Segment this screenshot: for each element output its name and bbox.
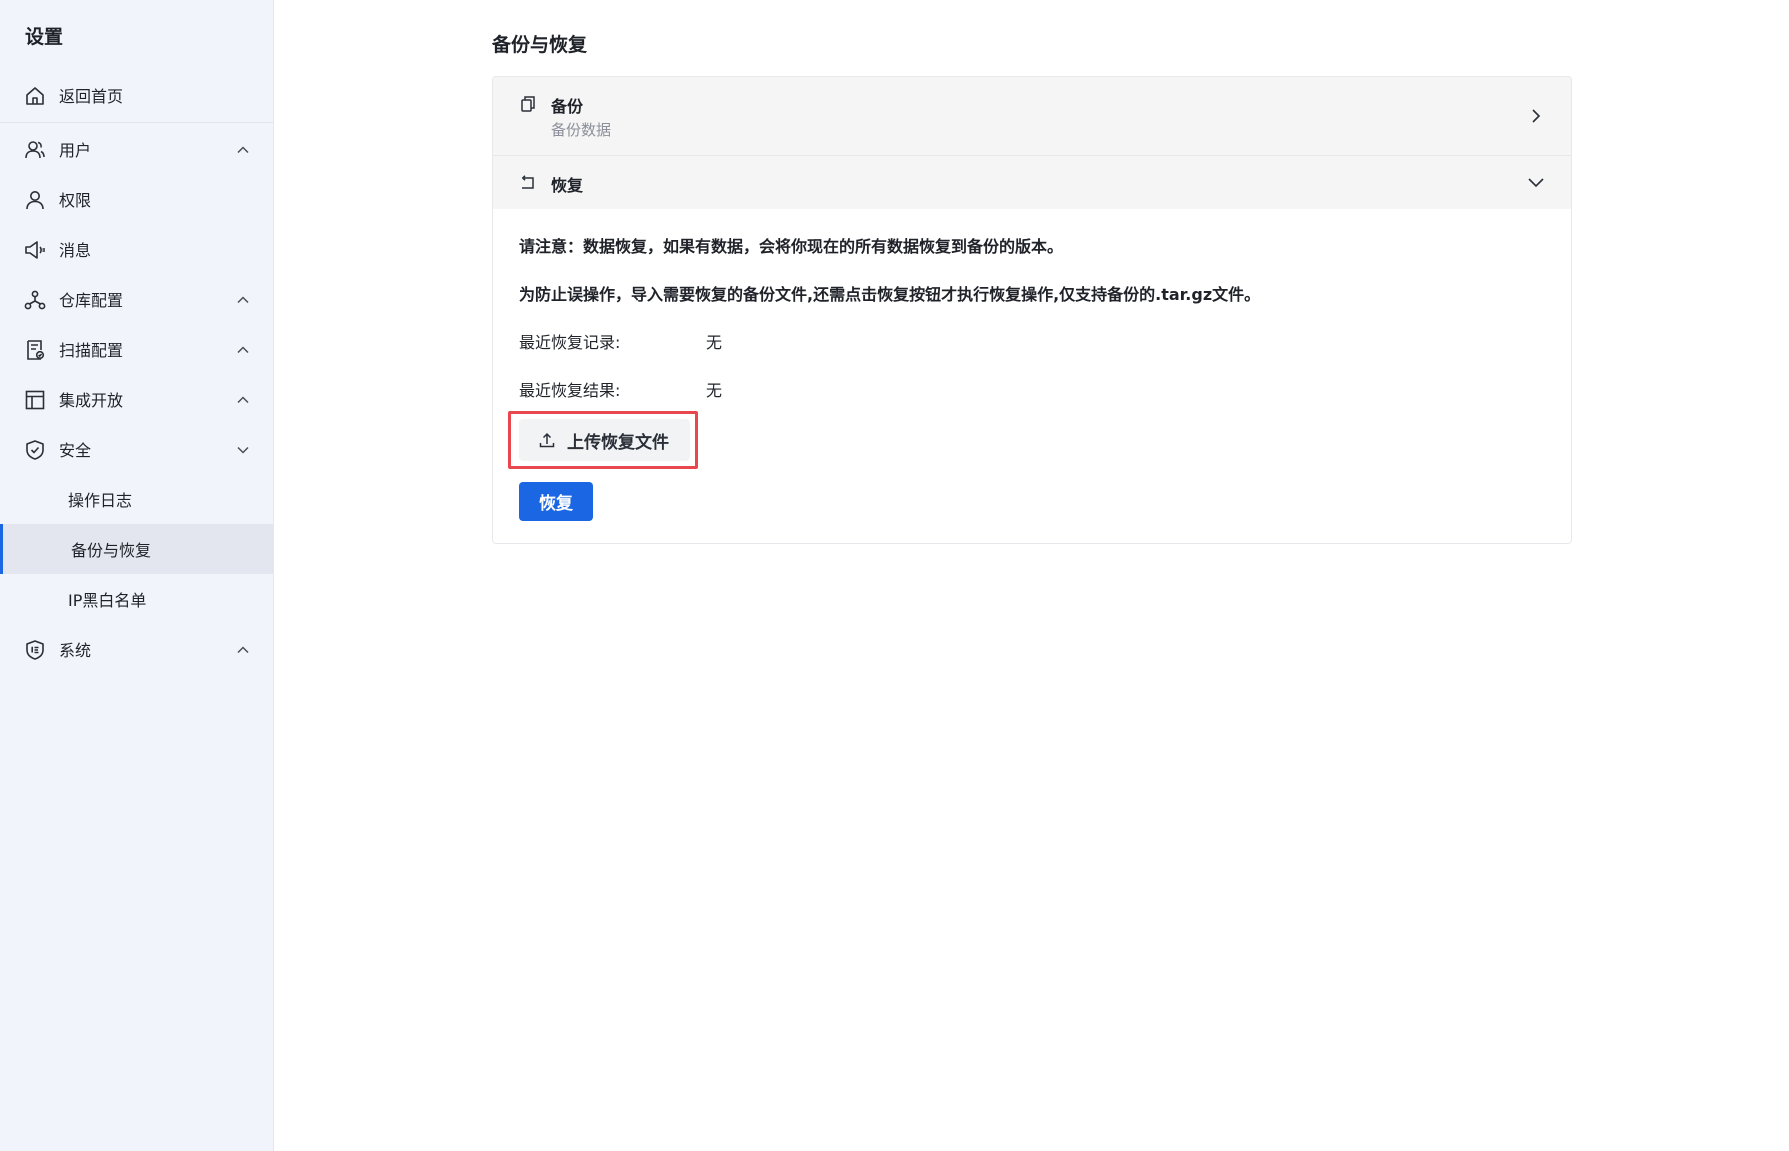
- sidebar-item-security[interactable]: 安全: [0, 424, 274, 474]
- chevron-up-icon: [237, 396, 249, 404]
- last-record-label: 最近恢复记录:: [519, 333, 621, 352]
- copy-icon: [521, 96, 535, 112]
- undo-icon: [521, 175, 534, 189]
- sidebar-item-label: 系统: [59, 641, 92, 660]
- backup-restore-card: 备份 备份数据 恢复 请注意：数据恢复，如果有数据，会将你现在的所有数据恢复到备…: [492, 76, 1572, 544]
- repository-icon: [24, 289, 46, 311]
- sidebar-item-repository-config[interactable]: 仓库配置: [0, 274, 274, 324]
- sidebar-item-label: 用户: [59, 141, 92, 160]
- backup-subtitle: 备份数据: [551, 121, 612, 139]
- sidebar-item-label: 权限: [59, 191, 92, 210]
- sidebar-divider: [0, 122, 274, 123]
- sidebar-item-backup-restore[interactable]: 备份与恢复: [0, 524, 274, 574]
- last-result-label: 最近恢复结果:: [519, 381, 621, 400]
- sidebar-item-label: 仓库配置: [59, 291, 124, 310]
- chevron-down-icon: [237, 446, 249, 454]
- sidebar-title: 设置: [25, 26, 64, 48]
- home-icon: [24, 85, 46, 107]
- sidebar: 设置 返回首页 用户 权限 消息 仓库配置 扫描配置 集成开放 安全 操作日志 …: [0, 0, 274, 1151]
- sidebar-item-label: 扫描配置: [59, 341, 124, 360]
- upload-restore-file-button[interactable]: 上传恢复文件: [519, 419, 690, 461]
- sidebar-item-label: 操作日志: [68, 491, 133, 510]
- last-record-value: 无: [706, 333, 723, 352]
- sidebar-item-label: IP黑白名单: [68, 591, 147, 610]
- restore-title: 恢复: [551, 176, 584, 195]
- sidebar-item-home[interactable]: 返回首页: [0, 70, 274, 120]
- sidebar-item-permissions[interactable]: 权限: [0, 174, 274, 224]
- chevron-up-icon: [237, 296, 249, 304]
- shield-check-icon: [24, 439, 46, 461]
- app-root: 设置 返回首页 用户 权限 消息 仓库配置 扫描配置 集成开放 安全 操作日志 …: [0, 0, 1789, 1151]
- chevron-up-icon: [237, 346, 249, 354]
- restore-button[interactable]: 恢复: [519, 482, 593, 521]
- sidebar-item-scan-config[interactable]: 扫描配置: [0, 324, 274, 374]
- sidebar-item-messages[interactable]: 消息: [0, 224, 274, 274]
- restore-notice-2: 为防止误操作，导入需要恢复的备份文件,还需点击恢复按钮才执行恢复操作,仅支持备份…: [519, 285, 1261, 304]
- sidebar-item-users[interactable]: 用户: [0, 124, 274, 174]
- sidebar-item-label: 返回首页: [59, 87, 124, 106]
- page-title: 备份与恢复: [492, 34, 588, 56]
- sidebar-item-label: 备份与恢复: [71, 541, 152, 560]
- layout-icon: [24, 389, 46, 411]
- user-icon: [24, 189, 46, 211]
- sidebar-item-operation-log[interactable]: 操作日志: [0, 474, 274, 524]
- active-indicator: [0, 524, 3, 574]
- system-shield-icon: [24, 639, 46, 661]
- sidebar-item-system[interactable]: 系统: [0, 624, 274, 674]
- last-result-value: 无: [706, 381, 723, 400]
- megaphone-icon: [24, 239, 46, 261]
- chevron-right-icon: [1532, 109, 1541, 123]
- backup-panel-header[interactable]: 备份 备份数据: [493, 77, 1571, 156]
- sidebar-item-integrations[interactable]: 集成开放: [0, 374, 274, 424]
- upload-button-label: 上传恢复文件: [567, 432, 669, 453]
- restore-notice-1: 请注意：数据恢复，如果有数据，会将你现在的所有数据恢复到备份的版本。: [519, 237, 1064, 256]
- chevron-up-icon: [237, 146, 249, 154]
- restore-panel-header[interactable]: 恢复: [493, 156, 1571, 209]
- users-icon: [24, 139, 46, 161]
- sidebar-item-label: 消息: [59, 241, 92, 260]
- sidebar-item-ip-list[interactable]: IP黑白名单: [0, 574, 274, 624]
- chevron-down-icon: [1528, 178, 1544, 188]
- sidebar-item-label: 集成开放: [59, 391, 124, 410]
- sidebar-item-label: 安全: [59, 441, 92, 460]
- scan-document-icon: [24, 339, 46, 361]
- upload-icon: [539, 432, 555, 448]
- backup-title: 备份: [551, 97, 584, 116]
- chevron-up-icon: [237, 646, 249, 654]
